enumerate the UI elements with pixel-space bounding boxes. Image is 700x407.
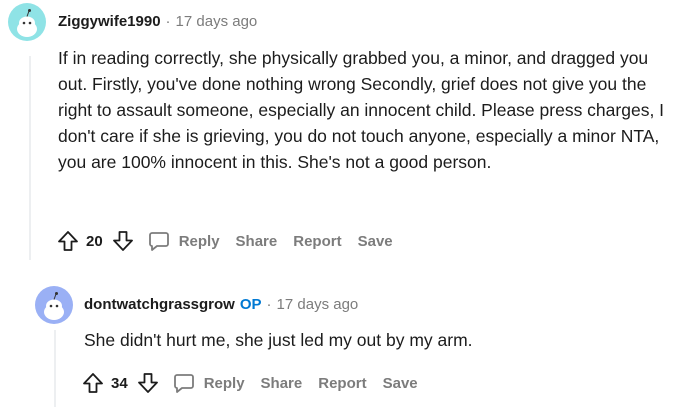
timestamp[interactable]: 17 days ago (176, 13, 258, 30)
reply-bubble-icon[interactable] (147, 229, 171, 253)
op-badge: OP (239, 296, 262, 313)
avatar[interactable] (35, 286, 73, 324)
vote-count: 34 (111, 374, 128, 392)
avatar[interactable] (8, 3, 46, 41)
separator-dot: · (165, 13, 171, 30)
upvote-icon[interactable] (56, 229, 80, 253)
comment-body: If in reading correctly, she physically … (58, 48, 665, 172)
username[interactable]: dontwatchgrassgrow (84, 296, 235, 313)
save-button[interactable]: Save (383, 375, 418, 392)
comment-header: dontwatchgrassgrow OP · 17 days ago (84, 296, 358, 313)
reply-button[interactable]: Reply (179, 233, 220, 250)
vote-count: 20 (86, 232, 103, 250)
comment-actions: 34 Reply Share Report Save (81, 370, 418, 396)
reply-bubble-icon[interactable] (172, 371, 196, 395)
timestamp[interactable]: 17 days ago (277, 296, 359, 313)
separator-dot: · (266, 296, 272, 313)
report-button[interactable]: Report (318, 375, 366, 392)
username[interactable]: Ziggywife1990 (58, 13, 161, 30)
comment-thread: Ziggywife1990 · 17 days ago If in readin… (0, 0, 700, 407)
comment-body: She didn't hurt me, she just led my out … (84, 330, 473, 350)
save-button[interactable]: Save (358, 233, 393, 250)
comment-header: Ziggywife1990 · 17 days ago (58, 13, 257, 30)
comment-actions: 20 Reply Share Report Save (56, 228, 393, 254)
downvote-icon[interactable] (136, 371, 160, 395)
thread-line-reply[interactable] (54, 330, 56, 407)
snoo-avatar-icon (44, 292, 64, 320)
downvote-icon[interactable] (111, 229, 135, 253)
snoo-avatar-icon (17, 9, 37, 37)
report-button[interactable]: Report (293, 233, 341, 250)
thread-line[interactable] (29, 56, 31, 260)
reply-button[interactable]: Reply (204, 375, 245, 392)
share-button[interactable]: Share (261, 375, 303, 392)
share-button[interactable]: Share (236, 233, 278, 250)
upvote-icon[interactable] (81, 371, 105, 395)
